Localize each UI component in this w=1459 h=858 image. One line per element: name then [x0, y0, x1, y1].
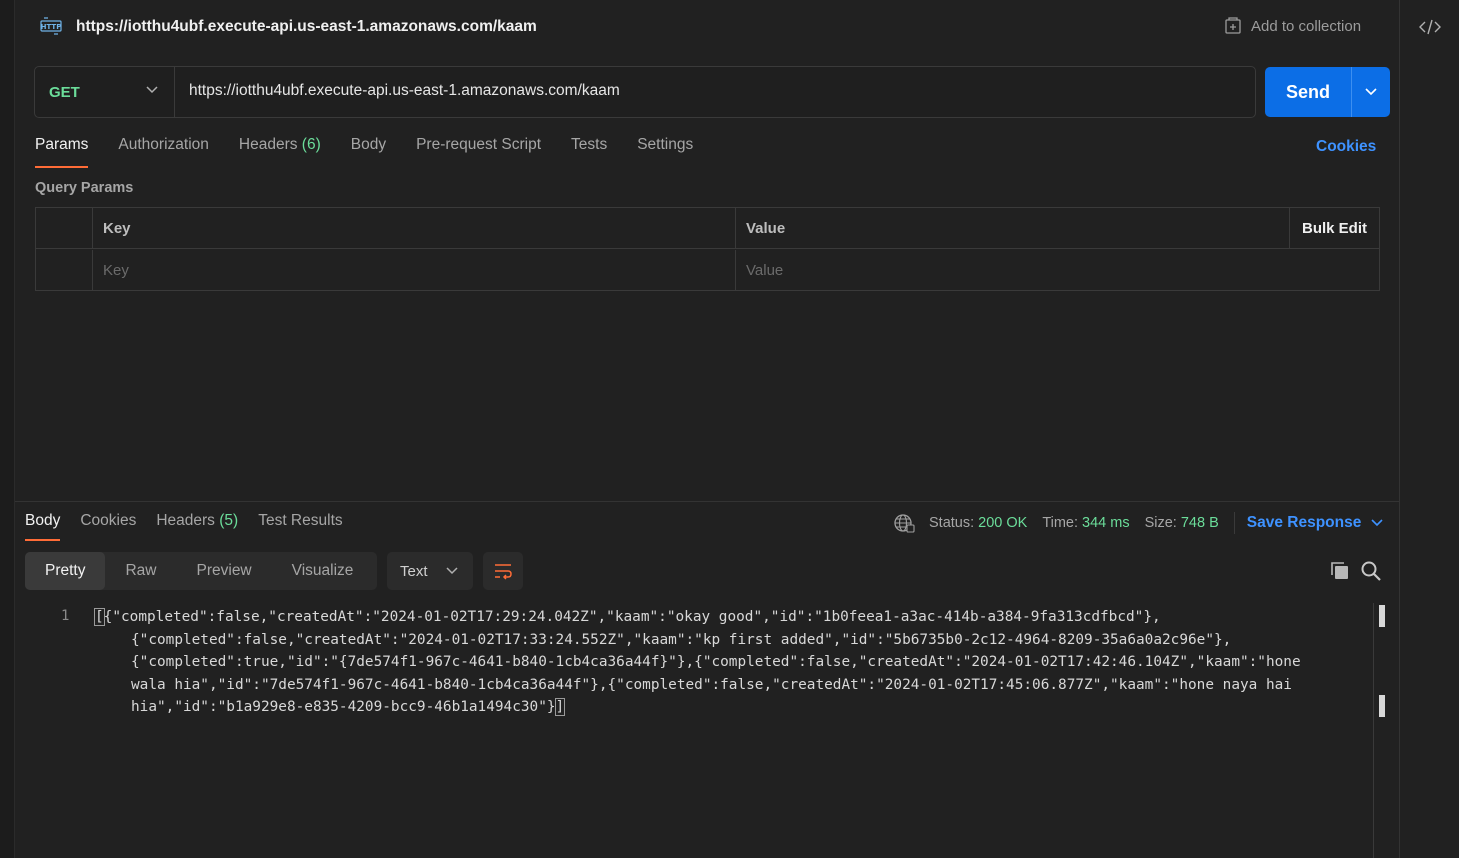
request-tabs: Params Authorization Headers (6) Body Pr… — [35, 136, 723, 168]
chevron-down-icon — [446, 567, 458, 575]
separator — [1233, 512, 1235, 534]
chevron-down-icon — [146, 86, 158, 94]
response-meta: Status: 200 OK Time: 344 ms Size: 748 B … — [893, 512, 1383, 534]
add-to-collection-button[interactable]: Add to collection — [1223, 16, 1361, 36]
key-column-header: Key — [103, 220, 131, 237]
time-label: Time: — [1042, 515, 1079, 531]
tab-response-cookies[interactable]: Cookies — [80, 512, 136, 541]
scrollbar-match-marker[interactable] — [1379, 605, 1385, 627]
code-line: hia","id":"b1a929e8-e835-4209-bcc9-46b1a… — [131, 698, 566, 717]
send-button[interactable]: Send — [1265, 67, 1351, 117]
wrap-lines-button[interactable] — [483, 552, 523, 590]
key-input[interactable]: Key — [93, 250, 736, 291]
globe-icon[interactable] — [893, 513, 915, 533]
response-tabs: Body Cookies Headers (5) Test Results — [25, 512, 363, 541]
line-number: 1 — [61, 608, 70, 624]
scrollbar-match-marker[interactable] — [1379, 695, 1385, 717]
tab-response-headers[interactable]: Headers (5) — [156, 512, 238, 541]
add-to-collection-label: Add to collection — [1251, 17, 1362, 35]
query-params-table: Key Value Bulk Edit Key Value — [35, 207, 1380, 291]
tab-body[interactable]: Body — [351, 136, 386, 168]
table-row: Key Value — [36, 250, 1379, 291]
open-bracket: [ — [94, 608, 105, 626]
tab-headers[interactable]: Headers (6) — [239, 136, 321, 168]
cookies-link[interactable]: Cookies — [1316, 138, 1376, 156]
query-params-title: Query Params — [35, 180, 134, 196]
chevron-down-icon — [1371, 519, 1383, 527]
status-label: Status: — [929, 515, 975, 531]
wrap-lines-icon — [495, 564, 512, 580]
bulk-edit-button[interactable]: Bulk Edit — [1290, 208, 1379, 248]
close-bracket: ] — [554, 698, 566, 717]
request-title-url[interactable]: https://iotthu4ubf.execute-api.us-east-1… — [76, 18, 537, 36]
search-icon[interactable] — [1360, 560, 1382, 582]
code-icon[interactable] — [1419, 16, 1441, 38]
send-options-button[interactable] — [1351, 67, 1390, 117]
method-select[interactable]: GET — [35, 67, 175, 117]
editor-scrollbar[interactable] — [1373, 603, 1374, 858]
code-line: {"completed":false,"createdAt":"2024-01-… — [131, 631, 1232, 648]
view-preview-button[interactable]: Preview — [177, 552, 272, 590]
response-view-toggle: Pretty Raw Preview Visualize — [25, 552, 377, 590]
http-icon: HTTP — [40, 17, 62, 35]
method-label: GET — [49, 83, 80, 101]
response-body-code[interactable]: [ {"completed":false,"createdAt":"2024-01… — [94, 606, 1370, 719]
code-line: wala hia","id":"7de574f1-967c-4641-b840-… — [131, 676, 1292, 693]
status-value[interactable]: 200 OK — [978, 515, 1027, 531]
view-pretty-button[interactable]: Pretty — [25, 552, 106, 590]
request-title-bar: HTTP https://iotthu4ubf.execute-api.us-e… — [15, 0, 1399, 56]
code-line: {"completed":true,"id":"{7de574f1-967c-4… — [131, 654, 1301, 671]
tab-pre-request-script[interactable]: Pre-request Script — [416, 136, 541, 168]
right-rail — [1399, 0, 1459, 858]
chevron-down-icon — [1365, 88, 1377, 96]
tab-tests[interactable]: Tests — [571, 136, 607, 168]
format-select[interactable]: Text — [387, 552, 473, 590]
tab-authorization[interactable]: Authorization — [118, 136, 208, 168]
size-label: Size: — [1144, 515, 1177, 531]
response-headers-count: (5) — [219, 512, 239, 529]
response-body-editor[interactable]: 1 [ {"completed":false,"createdAt":"2024-… — [15, 600, 1373, 858]
copy-icon[interactable] — [1329, 560, 1351, 582]
tab-settings[interactable]: Settings — [637, 136, 693, 168]
size-value[interactable]: 748 B — [1181, 515, 1219, 531]
add-to-collection-icon — [1225, 17, 1241, 34]
pane-divider[interactable] — [15, 501, 1399, 502]
svg-text:HTTP: HTTP — [41, 23, 62, 31]
format-label: Text — [400, 562, 428, 580]
save-response-button[interactable]: Save Response — [1247, 514, 1384, 532]
code-line: [{"completed":false,"createdAt":"2024-01… — [94, 608, 1161, 626]
url-bar: GET https://iotthu4ubf.execute-api.us-ea… — [34, 66, 1256, 118]
value-input[interactable]: Value — [736, 250, 1290, 291]
table-header-row: Key Value Bulk Edit — [36, 208, 1379, 249]
tab-params[interactable]: Params — [35, 136, 89, 168]
url-input[interactable]: https://iotthu4ubf.execute-api.us-east-1… — [189, 82, 1239, 100]
time-value[interactable]: 344 ms — [1082, 515, 1130, 531]
left-sidebar-strip — [0, 0, 15, 858]
view-raw-button[interactable]: Raw — [105, 552, 176, 590]
headers-count: (6) — [301, 136, 321, 153]
tab-test-results[interactable]: Test Results — [258, 512, 342, 541]
value-column-header: Value — [746, 220, 786, 237]
tab-response-body[interactable]: Body — [25, 512, 61, 541]
view-visualize-button[interactable]: Visualize — [272, 552, 374, 590]
